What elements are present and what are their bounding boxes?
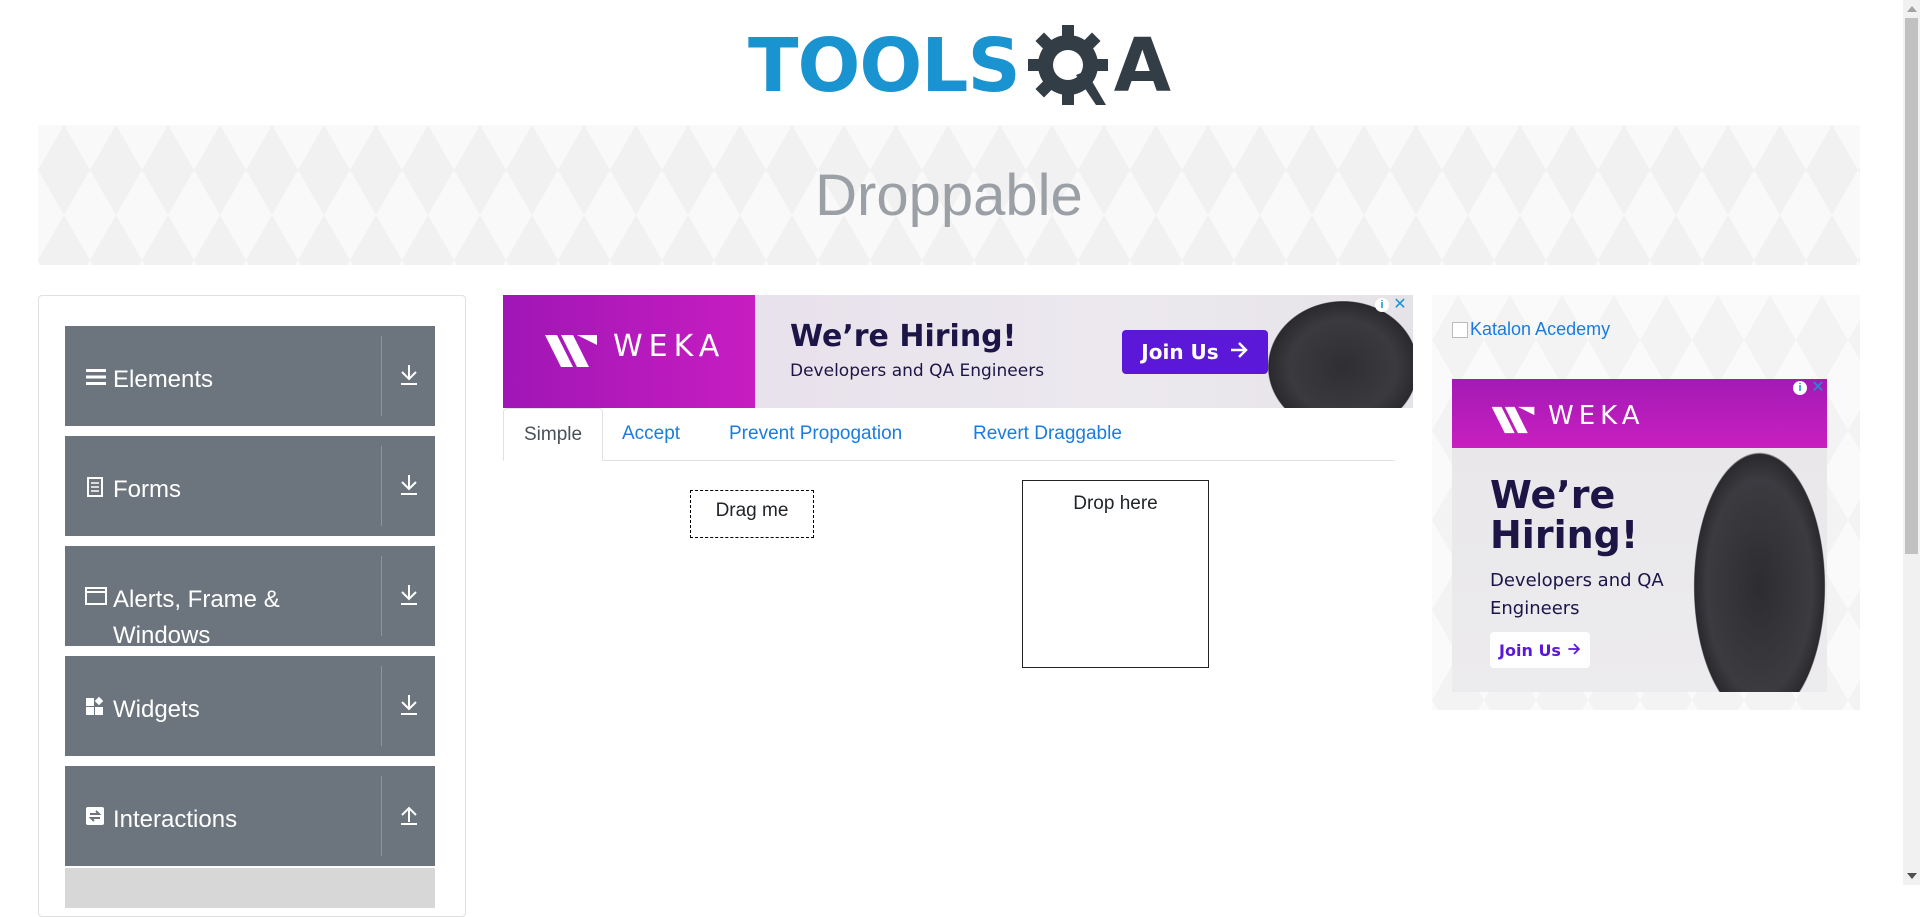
ad-headline: We’re Hiring!	[1490, 473, 1639, 557]
toolsqa-logo[interactable]: TOOLS A	[748, 18, 1171, 114]
droppable-box[interactable]: Drop here	[1022, 480, 1209, 668]
menu-group-elements[interactable]: Elements	[65, 326, 435, 426]
broken-image-icon	[1452, 321, 1468, 338]
ad-info-icon[interactable]: i	[1793, 381, 1807, 395]
download-arrow-icon[interactable]	[398, 582, 424, 612]
ad-close-icon[interactable]: ✕	[1393, 297, 1407, 313]
arrow-right-icon	[1567, 641, 1581, 660]
menu-group-widgets[interactable]: Widgets	[65, 656, 435, 756]
window-icon	[85, 586, 107, 606]
weka-brand-panel: WEKA	[503, 295, 755, 408]
page-banner: Droppable	[38, 125, 1860, 265]
widgets-icon	[85, 696, 105, 716]
page-scrollbar[interactable]	[1903, 0, 1920, 885]
ad-close-icon[interactable]: ✕	[1811, 380, 1825, 396]
divider	[381, 776, 382, 856]
menu-group-label: Alerts, Frame & Windows	[113, 586, 280, 649]
menu-group-label: Widgets	[113, 696, 200, 723]
tab-simple[interactable]: Simple	[503, 408, 604, 461]
arrow-right-icon	[1229, 340, 1249, 364]
menu-group-label: Forms	[113, 476, 181, 503]
ad-info-icon[interactable]: i	[1375, 298, 1389, 312]
scrollbar-thumb[interactable]	[1905, 18, 1918, 554]
join-us-label: Join Us	[1499, 640, 1561, 660]
join-us-label: Join Us	[1141, 340, 1219, 364]
ad-subline: Developers and QA Engineers	[790, 361, 1045, 381]
backpack-image	[1268, 301, 1413, 408]
join-us-button[interactable]: Join Us	[1490, 632, 1590, 668]
weka-brand-text: WEKA	[613, 329, 726, 364]
ad-controls: i ✕	[1793, 380, 1825, 396]
gear-icon	[1024, 21, 1114, 111]
document-icon	[85, 476, 105, 497]
right-advertisement[interactable]: WEKA We’re Hiring! Developers and QA Eng…	[1452, 379, 1827, 692]
right-ad-column: Katalon Acedemy WEKA We’re Hiring! Devel…	[1432, 295, 1860, 710]
tab-accept[interactable]: Accept	[602, 408, 700, 460]
divider	[381, 446, 382, 526]
logo-text-a: A	[1113, 23, 1172, 109]
menu-group-alerts-frame-windows[interactable]: Alerts, Frame & Windows	[65, 546, 435, 649]
ad-controls: i ✕	[1375, 297, 1407, 313]
scroll-up-icon[interactable]	[1907, 6, 1917, 12]
download-arrow-icon[interactable]	[398, 692, 424, 722]
menu-group-label: Interactions	[113, 806, 238, 833]
droppable-label: Drop here	[1073, 493, 1158, 514]
menu-group-label: Elements	[113, 366, 214, 393]
droppable-tabs: Simple Accept Prevent Propogation Revert…	[503, 408, 1395, 461]
divider	[381, 666, 382, 746]
ad-subline: Developers and QA Engineers	[1490, 570, 1664, 619]
weka-logo-icon	[1490, 403, 1536, 437]
tab-prevent-propogation[interactable]: Prevent Propogation	[709, 408, 922, 460]
tab-revert-draggable[interactable]: Revert Draggable	[953, 408, 1142, 460]
upload-arrow-icon[interactable]	[398, 802, 424, 832]
join-us-button[interactable]: Join Us	[1122, 330, 1268, 374]
menu-group-interactions[interactable]: Interactions	[65, 766, 435, 866]
katalon-alt-text: Katalon Acedemy	[1470, 319, 1611, 339]
menu-lines-icon	[85, 366, 106, 386]
divider	[381, 336, 382, 416]
ad-headline: We’re Hiring!	[790, 319, 1017, 354]
download-arrow-icon[interactable]	[398, 472, 424, 502]
divider	[381, 556, 382, 636]
interactions-icon	[85, 806, 105, 826]
draggable-box[interactable]: Drag me	[690, 490, 814, 538]
weka-logo-icon	[543, 331, 599, 371]
scroll-down-icon[interactable]	[1907, 873, 1917, 879]
download-arrow-icon[interactable]	[398, 362, 424, 392]
katalon-academy-link[interactable]: Katalon Acedemy	[1452, 319, 1610, 340]
interactions-submenu	[65, 868, 435, 908]
weka-brand-text: WEKA	[1548, 401, 1645, 431]
menu-group-forms[interactable]: Forms	[65, 436, 435, 536]
backpack-image	[1692, 449, 1827, 692]
left-panel: Elements Forms Alerts, Frame & Windows W…	[38, 295, 466, 917]
top-advertisement[interactable]: WEKA We’re Hiring! Developers and QA Eng…	[503, 295, 1413, 408]
logo-text-tools: TOOLS	[748, 23, 1021, 109]
page-title: Droppable	[815, 162, 1083, 228]
